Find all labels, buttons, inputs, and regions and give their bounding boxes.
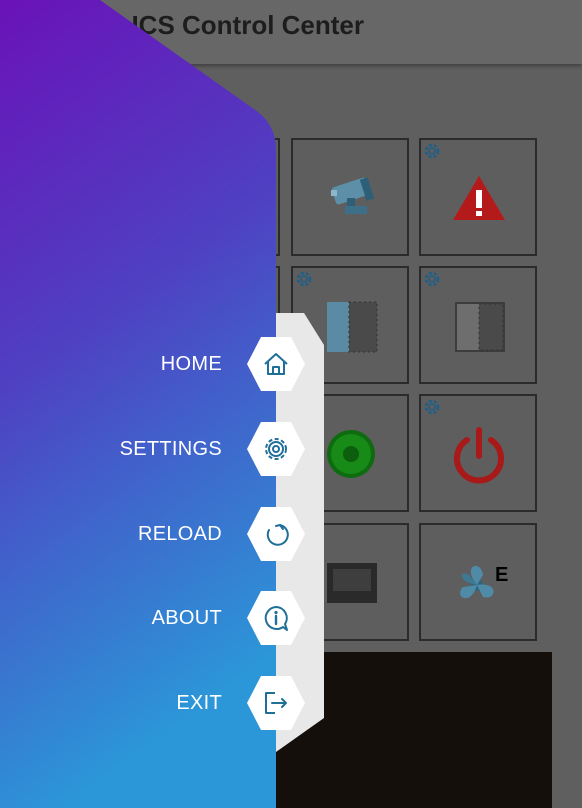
menu-item-label: EXIT [176, 692, 222, 714]
home-icon [247, 337, 305, 391]
menu-item-label: SETTINGS [119, 438, 222, 460]
menu-item-label: HOME [160, 353, 222, 375]
menu-item-home[interactable]: HOME [0, 332, 330, 396]
gear-icon [247, 422, 305, 476]
menu-item-settings[interactable]: SETTINGS [0, 417, 330, 481]
exit-icon [247, 676, 305, 730]
menu-item-label: RELOAD [137, 523, 222, 545]
menu-item-reload[interactable]: RELOAD [0, 502, 330, 566]
reload-icon [247, 507, 305, 561]
info-icon [247, 591, 305, 645]
menu-item-label: ABOUT [151, 607, 222, 629]
menu-item-about[interactable]: ABOUT [0, 586, 330, 650]
menu-item-exit[interactable]: EXIT [0, 671, 330, 735]
